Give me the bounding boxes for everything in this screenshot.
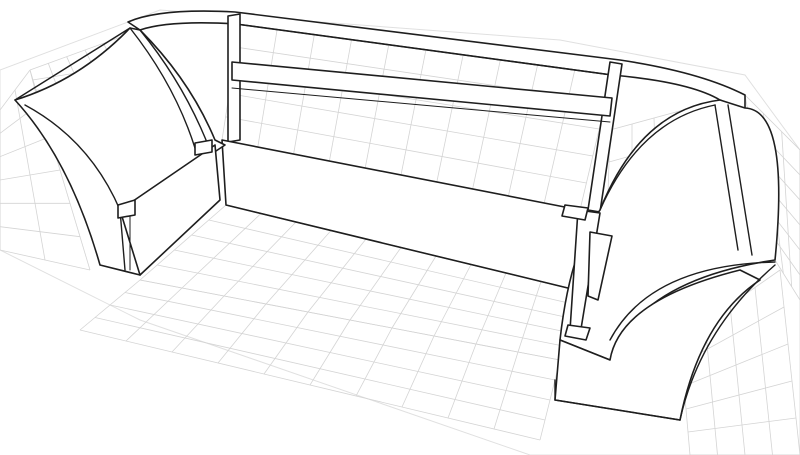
grid-line: [400, 49, 427, 176]
grid-line: [223, 221, 297, 297]
sofa-wireframe: [0, 9, 800, 455]
grid-line: [436, 54, 464, 183]
grid-line: [685, 380, 793, 410]
grid-line: [687, 417, 797, 433]
grid-line: [364, 44, 390, 169]
grid-line: [94, 317, 546, 421]
grid-line: [774, 259, 800, 301]
grid-line: [508, 64, 538, 197]
sofa-sketch-canvas: [0, 0, 800, 455]
grid-line: [0, 226, 81, 238]
right-arm: [554, 99, 780, 421]
grid-line: [543, 69, 576, 204]
grid-line: [139, 279, 561, 361]
left-arm: [14, 27, 226, 276]
grid-line: [0, 249, 91, 271]
grid-line: [391, 255, 437, 329]
grid-line: [257, 29, 278, 148]
grid-line: [754, 287, 773, 455]
grid-line: [79, 329, 541, 441]
grid-line: [472, 59, 501, 190]
grid-line: [157, 264, 564, 347]
grid-line: [433, 264, 472, 337]
grid-line: [0, 169, 61, 181]
grid-line: [0, 136, 51, 158]
grid-line: [729, 304, 746, 455]
grid-line: [329, 39, 352, 162]
back-panel: [221, 139, 581, 291]
grid-line: [779, 269, 800, 455]
grid-line: [124, 292, 556, 381]
